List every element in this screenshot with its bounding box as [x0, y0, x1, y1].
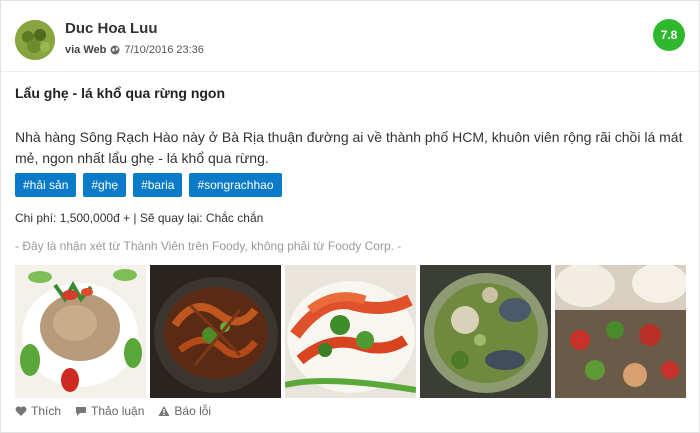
platter-photo[interactable]: [555, 265, 686, 398]
action-bar: Thích Thảo luận Báo lỗi: [15, 404, 211, 418]
tag-ghe[interactable]: #ghẹ: [83, 173, 127, 197]
rice-salad-photo[interactable]: [15, 265, 146, 398]
disclaimer: - Đây là nhận xét từ Thành Viên trên Foo…: [15, 239, 402, 253]
author-name[interactable]: Duc Hoa Luu: [65, 20, 158, 37]
grilled-prawns-photo[interactable]: [285, 265, 416, 398]
like-label: Thích: [31, 404, 62, 418]
discuss-label: Thảo luận: [91, 404, 145, 418]
tag-list: #hải sản #ghẹ #baria #songrachhao: [15, 173, 282, 197]
report-button[interactable]: Báo lỗi: [158, 404, 211, 418]
comment-icon: [76, 407, 87, 416]
like-button[interactable]: Thích: [15, 404, 61, 418]
post-meta: via Web 7/10/2016 23:36: [65, 44, 204, 56]
review-card: Duc Hoa Luu via Web 7/10/2016 23:36 7.8 …: [0, 0, 700, 433]
review-body: Nhà hàng Sông Rạch Hào này ở Bà Rịa thuậ…: [15, 129, 683, 166]
globe-icon: [110, 45, 120, 55]
post-date: 7/10/2016 23:36: [124, 44, 204, 56]
avatar[interactable]: [15, 20, 55, 60]
discuss-button[interactable]: Thảo luận: [75, 404, 144, 418]
crab-hotpot-photo[interactable]: [420, 265, 551, 398]
tag-baria[interactable]: #baria: [133, 173, 183, 197]
photo-strip: [15, 265, 686, 398]
tag-songrachhao[interactable]: #songrachhao: [189, 173, 282, 197]
report-label: Báo lỗi: [174, 404, 212, 418]
cost-line: Chi phí: 1,500,000đ + | Sẽ quay lại: Chắ…: [15, 211, 264, 225]
via-label: via Web: [65, 44, 107, 56]
review-title[interactable]: Lẩu ghẹ - lá khổ qua rừng ngon: [15, 85, 225, 101]
tag-hai-san[interactable]: #hải sản: [15, 173, 77, 197]
divider: [1, 71, 699, 72]
warning-icon: [158, 406, 170, 416]
clay-pot-shrimp-photo[interactable]: [150, 265, 281, 398]
heart-icon: [15, 406, 27, 416]
score-badge: 7.8: [653, 19, 685, 51]
